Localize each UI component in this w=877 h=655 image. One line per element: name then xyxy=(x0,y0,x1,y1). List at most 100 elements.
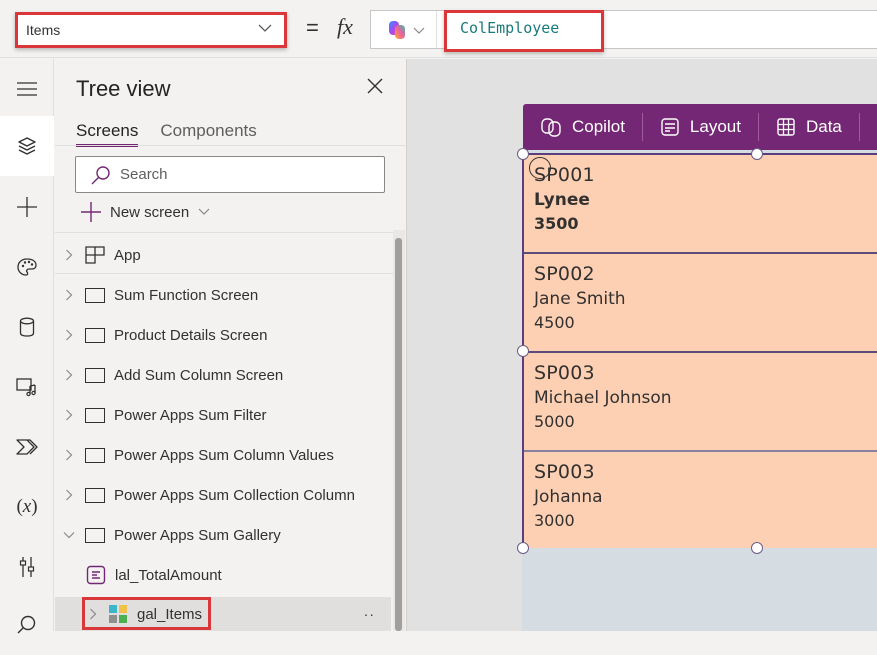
search-rail-button[interactable] xyxy=(0,595,54,655)
tree-item-screen[interactable]: Power Apps Sum Filter xyxy=(55,397,391,433)
tree-scrollbar-thumb[interactable] xyxy=(395,238,402,631)
resize-handle[interactable] xyxy=(751,148,763,160)
tree-item-label: Product Details Screen xyxy=(114,326,268,344)
gallery-highlight-box xyxy=(82,597,211,630)
search-placeholder: Search xyxy=(120,166,168,183)
formula-input[interactable]: ColEmployee xyxy=(444,10,604,52)
resize-handle[interactable] xyxy=(517,345,529,357)
tree-item-label: lal_TotalAmount xyxy=(115,566,222,584)
screen-icon xyxy=(84,446,106,464)
theme-button[interactable] xyxy=(0,237,54,297)
employee-id: SP003 xyxy=(534,461,595,483)
resize-handle[interactable] xyxy=(517,542,529,554)
employee-id: SP002 xyxy=(534,263,595,285)
gallery-row[interactable]: SP003 Johanna 3000 xyxy=(524,452,877,548)
tree-view-tabs: Screens Components xyxy=(76,121,257,147)
chevron-right-icon[interactable] xyxy=(63,489,75,501)
equals-sign: = xyxy=(306,15,319,40)
employee-name: Johanna xyxy=(534,487,603,507)
tree-view-button[interactable] xyxy=(0,116,54,176)
data-button[interactable] xyxy=(0,297,54,357)
tree-item-label: Power Apps Sum Collection Column xyxy=(114,486,355,504)
chevron-right-icon[interactable] xyxy=(63,369,75,381)
chevron-right-icon[interactable] xyxy=(63,289,75,301)
divider xyxy=(55,145,405,146)
data-table-icon xyxy=(777,118,795,136)
edit-template-icon[interactable] xyxy=(529,157,551,179)
layout-icon xyxy=(661,118,679,136)
new-screen-button[interactable]: New screen xyxy=(80,201,211,223)
employee-amount: 4500 xyxy=(534,313,575,332)
chevron-right-icon[interactable] xyxy=(63,249,75,261)
variables-button[interactable]: (x) xyxy=(0,477,54,537)
gallery-row[interactable]: SP001 Lynee 3500 xyxy=(524,155,877,252)
tree-item-screen[interactable]: Product Details Screen xyxy=(55,317,391,353)
power-automate-button[interactable] xyxy=(0,417,54,477)
gallery-row[interactable]: SP002 Jane Smith 4500 xyxy=(524,254,877,351)
tree-item-label: Power Apps Sum Gallery xyxy=(114,526,281,544)
chevron-right-icon[interactable] xyxy=(63,449,75,461)
insert-plus-icon xyxy=(17,197,37,217)
gallery-row[interactable]: SP003 Michael Johnson 5000 xyxy=(524,353,877,450)
tree-item-label: App xyxy=(114,246,141,264)
tree-item-label: Power Apps Sum Filter xyxy=(114,406,267,424)
data-button[interactable]: Data xyxy=(759,112,859,142)
tree-item-screen[interactable]: Power Apps Sum Column Values xyxy=(55,437,391,473)
fx-icon[interactable]: fx xyxy=(337,14,353,40)
toolbar-separator xyxy=(858,113,860,141)
tab-components[interactable]: Components xyxy=(160,121,256,147)
advanced-tools-icon xyxy=(19,557,35,577)
search-icon xyxy=(91,165,110,184)
chevron-down-icon xyxy=(413,27,425,34)
screen-icon xyxy=(84,526,106,544)
close-icon[interactable] xyxy=(365,76,385,96)
screen-icon xyxy=(84,486,106,504)
copilot-formula-button[interactable] xyxy=(371,11,437,48)
tree-item-screen-expanded[interactable]: Power Apps Sum Gallery xyxy=(55,517,391,553)
tree-item-label-control[interactable]: lal_TotalAmount xyxy=(55,557,391,593)
menu-button[interactable] xyxy=(0,59,54,119)
more-options-icon[interactable]: ·· xyxy=(364,606,375,622)
property-dropdown[interactable]: Items xyxy=(15,12,287,48)
tree-item-label: Add Sum Column Screen xyxy=(114,366,284,384)
screen-icon xyxy=(84,406,106,424)
property-dropdown-value: Items xyxy=(26,22,61,38)
chevron-down-icon xyxy=(198,208,210,215)
layout-label: Layout xyxy=(689,117,741,136)
tree-item-screen[interactable]: Power Apps Sum Collection Column xyxy=(55,477,391,513)
theme-palette-icon xyxy=(17,258,37,276)
chevron-right-icon[interactable] xyxy=(63,329,75,341)
tree-view-panel: Tree view Screens Components Search New … xyxy=(55,59,405,631)
copilot-button[interactable]: Copilot xyxy=(523,112,642,142)
insert-button[interactable] xyxy=(0,177,54,237)
copilot-label: Copilot xyxy=(572,117,625,136)
media-button[interactable] xyxy=(0,357,54,417)
advanced-tools-button[interactable] xyxy=(0,537,54,597)
copilot-icon xyxy=(541,118,561,137)
resize-handle[interactable] xyxy=(517,148,529,160)
tree-item-screen[interactable]: Add Sum Column Screen xyxy=(55,357,391,393)
chevron-down-icon[interactable] xyxy=(63,531,75,539)
tab-screens[interactable]: Screens xyxy=(76,121,139,147)
employee-name: Jane Smith xyxy=(534,289,626,309)
formula-bar: Items = fx ColEmployee xyxy=(0,0,877,58)
resize-handle[interactable] xyxy=(751,542,763,554)
left-nav-rail: (x) xyxy=(0,59,54,634)
tree-item-app[interactable]: App xyxy=(55,237,391,273)
tree-search-input[interactable]: Search xyxy=(75,156,385,193)
layout-button[interactable]: Layout xyxy=(643,112,758,142)
gallery-gal-items[interactable]: SP001 Lynee 3500 SP002 Jane Smith 4500 S… xyxy=(522,153,877,548)
tree-view-title: Tree view xyxy=(76,76,171,101)
employee-amount: 5000 xyxy=(534,412,575,431)
chevron-right-icon[interactable] xyxy=(63,409,75,421)
employee-name: Michael Johnson xyxy=(534,388,672,408)
tree-item-screen[interactable]: Sum Function Screen xyxy=(55,277,391,313)
tree-view-layers-icon xyxy=(18,137,36,155)
tree-item-label: Power Apps Sum Column Values xyxy=(114,446,334,464)
gallery-context-toolbar: Copilot Layout Data xyxy=(523,104,877,150)
employee-name: Lynee xyxy=(534,190,590,210)
divider xyxy=(55,273,395,274)
media-icon xyxy=(16,378,36,397)
plus-icon xyxy=(81,202,101,222)
search-icon xyxy=(17,615,36,634)
